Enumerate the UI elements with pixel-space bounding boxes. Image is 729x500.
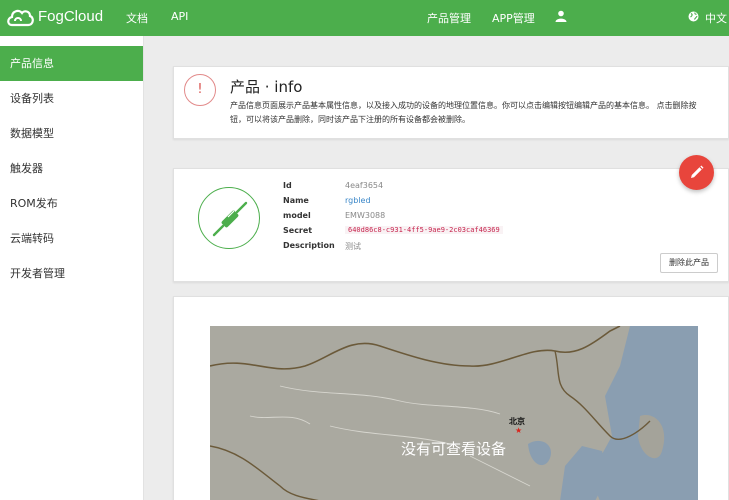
field-label-description: Description [283, 241, 335, 250]
field-value-model: EMW3088 [345, 211, 386, 220]
nav-app-management[interactable]: APP管理 [492, 10, 535, 26]
delete-product-button[interactable]: 删除此产品 [660, 253, 718, 273]
info-card: ! 产品 · info 产品信息页面展示产品基本属性信息，以及接入成功的设备的地… [173, 66, 729, 139]
pencil-icon [691, 165, 704, 178]
sidebar-item-device-list[interactable]: 设备列表 [0, 81, 143, 116]
product-detail-card: Id 4eaf3654 Name rgbled model EMW3088 Se… [173, 168, 729, 282]
sidebar-item-developer-management[interactable]: 开发者管理 [0, 256, 143, 291]
nav-docs-link[interactable]: 文档 [126, 10, 148, 26]
sidebar-item-product-info[interactable]: 产品信息 [0, 46, 143, 81]
sidebar-item-cloud-transcode[interactable]: 云端转码 [0, 221, 143, 256]
nav-product-management[interactable]: 产品管理 [427, 10, 471, 26]
field-label-model: model [283, 211, 311, 220]
field-value-id: 4eaf3654 [345, 181, 384, 190]
language-selector[interactable]: 中文 [705, 10, 727, 26]
edit-product-button[interactable] [679, 155, 714, 190]
brand-name[interactable]: FogCloud [38, 8, 103, 25]
device-map[interactable]: 北京 ★ 没有可查看设备 [210, 326, 698, 500]
sidebar-item-triggers[interactable]: 触发器 [0, 151, 143, 186]
field-label-name: Name [283, 196, 309, 205]
sidebar: 产品信息 设备列表 数据模型 触发器 ROM发布 云端转码 开发者管理 [0, 36, 144, 500]
top-navbar: FogCloud 文档 API 产品管理 APP管理 中文 [0, 0, 729, 36]
device-map-card: 北京 ★ 没有可查看设备 [173, 296, 729, 500]
map-capital-marker: ★ [515, 426, 523, 435]
field-value-name[interactable]: rgbled [345, 196, 371, 205]
exclamation-icon: ! [184, 74, 216, 106]
cloud-logo-icon[interactable] [6, 6, 34, 28]
sidebar-item-data-model[interactable]: 数据模型 [0, 116, 143, 151]
field-label-secret: Secret [283, 226, 313, 235]
user-icon[interactable] [555, 10, 567, 22]
field-value-description: 测试 [345, 242, 361, 251]
sidebar-item-rom-release[interactable]: ROM发布 [0, 186, 143, 221]
plug-icon [198, 187, 260, 249]
no-devices-message: 没有可查看设备 [401, 440, 507, 458]
nav-api-link[interactable]: API [171, 10, 188, 23]
page-description: 产品信息页面展示产品基本属性信息，以及接入成功的设备的地理位置信息。你可以点击编… [230, 101, 697, 124]
field-value-secret: 640d86c8-c931-4ff5-9ae9-2c03caf46369 [345, 226, 503, 234]
page-title: 产品 · info [230, 78, 303, 96]
globe-icon[interactable] [688, 11, 699, 22]
map-terrain [210, 326, 698, 500]
field-label-id: Id [283, 181, 292, 190]
